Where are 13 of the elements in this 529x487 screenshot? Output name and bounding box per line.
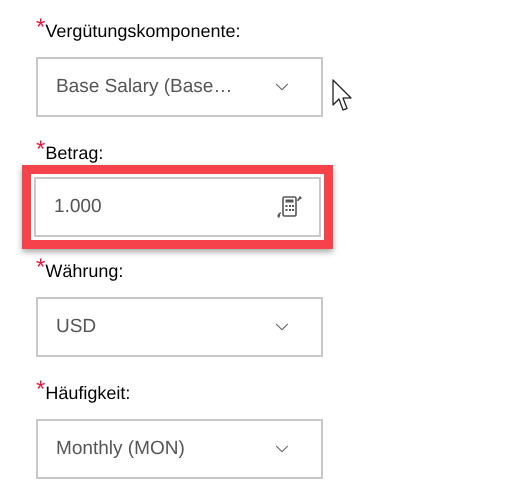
dropdown[interactable]: USD	[36, 297, 323, 357]
required-asterisk: *	[36, 380, 46, 400]
required-asterisk: *	[36, 140, 46, 160]
dropdown[interactable]: Base Salary (Base…	[36, 57, 323, 117]
amount-field[interactable]: 1.000	[34, 177, 321, 237]
field-label: Vergütungskomponente:	[45, 20, 240, 43]
field-label: Betrag:	[45, 142, 104, 165]
required-asterisk: *	[36, 18, 46, 38]
calculator-icon[interactable]	[277, 195, 303, 219]
field-label: Häufigkeit:	[45, 382, 130, 405]
field-label: Währung:	[45, 260, 124, 283]
dropdown[interactable]: Monthly (MON)	[36, 419, 323, 479]
required-asterisk: *	[36, 258, 46, 278]
